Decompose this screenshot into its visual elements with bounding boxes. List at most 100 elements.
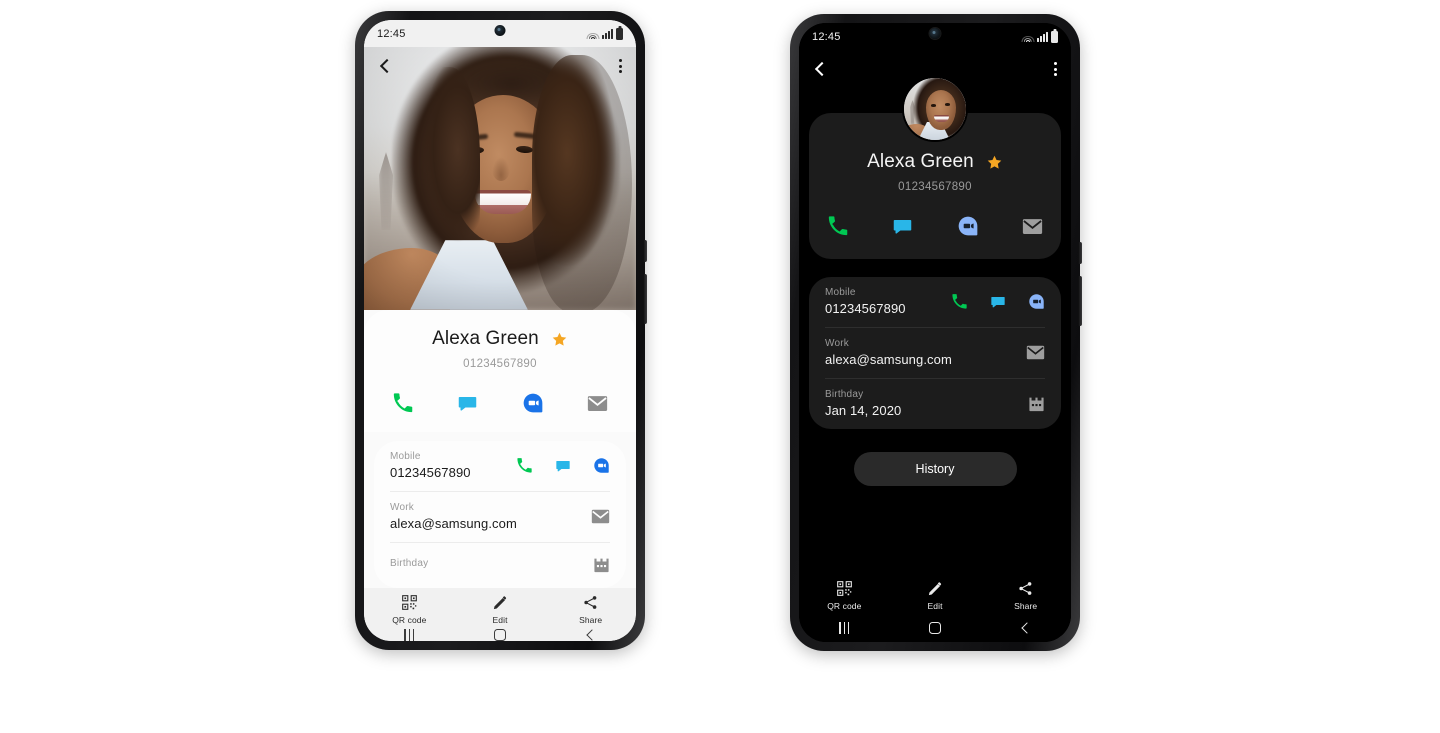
contact-details-light: Mobile 01234567890 Work alexa@samsung.co… [374, 441, 626, 588]
call-action[interactable] [825, 213, 851, 239]
email-icon[interactable] [591, 509, 610, 524]
duo-video-icon[interactable] [1028, 293, 1045, 310]
share-label: Share [1014, 601, 1038, 611]
detail-label: Mobile [825, 287, 856, 298]
recents-button[interactable] [799, 622, 890, 634]
qr-code-icon [401, 595, 417, 610]
detail-row-birthday[interactable]: Birthday Jan 14, 2020 [825, 379, 1045, 429]
detail-row-mobile[interactable]: Mobile 01234567890 [390, 441, 610, 492]
recents-button[interactable] [364, 628, 455, 641]
android-nav-bar-light [364, 628, 636, 641]
message-icon[interactable] [990, 294, 1006, 310]
email-icon[interactable] [1026, 345, 1045, 360]
screen-dark: 12:45 Alexa Green 01234567890 Mobile 012… [799, 23, 1071, 642]
video-call-action[interactable] [520, 390, 546, 416]
wifi-icon [586, 28, 599, 39]
pencil-icon [928, 582, 941, 596]
status-time: 12:45 [377, 27, 406, 40]
duo-video-icon[interactable] [593, 457, 610, 474]
video-call-action[interactable] [955, 213, 981, 239]
share-icon [1019, 582, 1032, 595]
volume-button-right-phone[interactable] [1078, 242, 1082, 264]
detail-label: Birthday [390, 558, 429, 569]
power-button-right-phone[interactable] [1078, 276, 1082, 326]
edit-label: Edit [492, 615, 508, 625]
email-action[interactable] [585, 390, 611, 416]
status-time: 12:45 [812, 30, 841, 43]
phone-icon[interactable] [951, 293, 968, 310]
share-button[interactable]: Share [980, 581, 1071, 611]
message-action[interactable] [455, 390, 481, 416]
home-icon [494, 628, 506, 641]
call-action[interactable] [390, 390, 416, 416]
back-icon[interactable] [378, 58, 394, 74]
detail-row-birthday[interactable]: Birthday [390, 543, 610, 588]
history-button[interactable]: History [853, 452, 1017, 486]
app-bar-dark [799, 50, 1071, 88]
edit-button[interactable]: Edit [455, 595, 546, 625]
detail-row-mobile[interactable]: Mobile 01234567890 [825, 277, 1045, 328]
home-icon [929, 622, 941, 634]
calendar-icon[interactable] [1028, 396, 1045, 412]
detail-value: 01234567890 [390, 465, 471, 480]
share-icon [584, 596, 597, 609]
detail-label: Work [390, 502, 414, 513]
contact-name: Alexa Green [432, 328, 539, 349]
signal-icon [1037, 31, 1048, 42]
recents-icon [404, 628, 415, 641]
home-button[interactable] [455, 628, 546, 641]
contact-phone-subtitle: 01234567890 [898, 181, 972, 193]
edit-button[interactable]: Edit [890, 581, 981, 611]
app-bar-light [364, 47, 636, 85]
phone-icon[interactable] [516, 457, 533, 474]
front-camera [494, 25, 506, 36]
star-icon[interactable] [551, 331, 568, 348]
bottom-action-bar-dark: QR code Edit Share [799, 574, 1071, 614]
message-icon[interactable] [555, 458, 571, 474]
qr-code-button[interactable]: QR code [364, 595, 455, 625]
back-icon [1021, 623, 1031, 633]
history-button-row: History [799, 452, 1071, 486]
screen-light: 12:45 Alexa Green 01234567890 Mobile 012… [364, 20, 636, 641]
contact-header-card-dark: Alexa Green 01234567890 [809, 76, 1061, 259]
screenshot-stage: 12:45 Alexa Green 01234567890 Mobile 012… [0, 0, 1440, 733]
back-button[interactable] [545, 630, 636, 640]
bottom-action-bar-light: QR code Edit Share [364, 588, 636, 628]
back-button[interactable] [980, 623, 1071, 633]
home-button[interactable] [890, 622, 981, 634]
detail-value: 01234567890 [825, 301, 906, 316]
edit-label: Edit [927, 601, 943, 611]
share-label: Share [579, 615, 603, 625]
phone-light-mode: 12:45 Alexa Green 01234567890 Mobile 012… [355, 11, 647, 650]
detail-label: Mobile [390, 451, 421, 462]
power-button-left-phone[interactable] [643, 274, 647, 324]
detail-row-work[interactable]: Work alexa@samsung.com [390, 492, 610, 543]
qr-code-label: QR code [392, 615, 427, 625]
back-icon[interactable] [813, 61, 829, 77]
back-icon [586, 630, 596, 640]
star-icon[interactable] [986, 154, 1003, 171]
detail-value: Jan 14, 2020 [825, 403, 902, 418]
qr-code-label: QR code [827, 601, 862, 611]
qr-code-icon [836, 581, 852, 596]
volume-button-left-phone[interactable] [643, 240, 647, 262]
qr-code-button[interactable]: QR code [799, 581, 890, 611]
detail-label: Work [825, 338, 849, 349]
phone-dark-mode: 12:45 Alexa Green 01234567890 Mobile 012… [790, 14, 1082, 651]
quick-actions-dark [809, 213, 1061, 239]
signal-icon [602, 28, 613, 39]
contact-header-card: Alexa Green 01234567890 [364, 310, 636, 432]
pencil-icon [493, 596, 506, 610]
detail-row-work[interactable]: Work alexa@samsung.com [825, 328, 1045, 379]
more-options-icon[interactable] [1054, 62, 1057, 76]
share-button[interactable]: Share [545, 595, 636, 625]
calendar-icon[interactable] [593, 557, 610, 573]
contact-details-dark: Mobile 01234567890 Work alexa@samsung.co… [809, 277, 1061, 429]
message-action[interactable] [890, 213, 916, 239]
email-action[interactable] [1020, 213, 1046, 239]
quick-actions-light [364, 390, 636, 416]
contact-photo[interactable] [364, 47, 636, 310]
more-options-icon[interactable] [619, 59, 622, 73]
status-bar-dark: 12:45 [799, 23, 1071, 50]
contact-phone-subtitle: 01234567890 [463, 358, 537, 370]
